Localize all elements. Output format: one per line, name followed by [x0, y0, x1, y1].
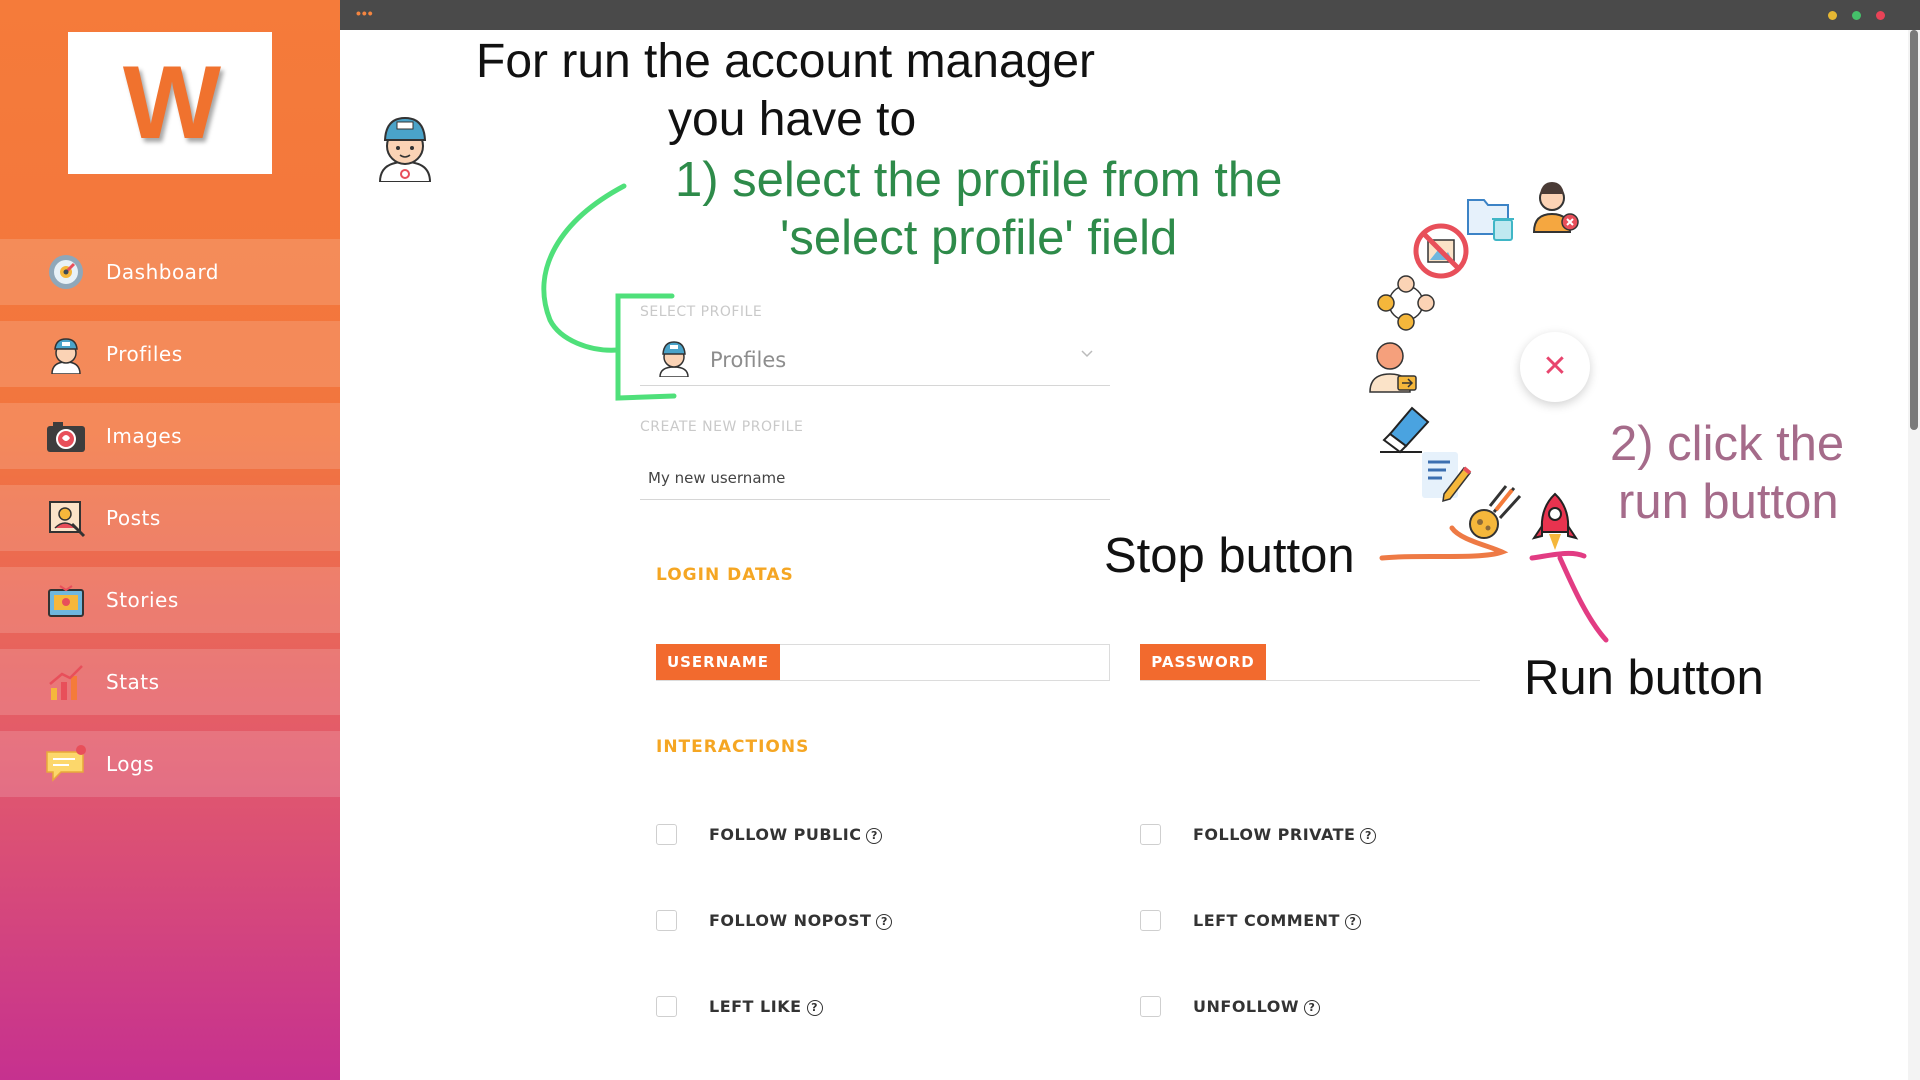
unfollow-checkbox[interactable] [1140, 996, 1161, 1017]
help-icon[interactable]: ? [866, 828, 883, 844]
follow-public-label: FOLLOW PUBLIC? [709, 825, 883, 844]
users-network-icon[interactable] [1376, 274, 1436, 337]
login-datas-title: LOGIN DATAS [656, 565, 794, 585]
interactions-title: INTERACTIONS [656, 737, 810, 757]
create-profile-input[interactable]: My new username [640, 456, 1110, 500]
left-like-checkbox[interactable] [656, 996, 677, 1017]
profile-avatar-icon [656, 337, 692, 382]
select-profile-dropdown[interactable]: Profiles [640, 334, 1110, 386]
left-comment-checkbox[interactable] [1140, 910, 1161, 931]
run-button[interactable] [1530, 492, 1580, 559]
create-profile-value: My new username [648, 468, 786, 487]
help-icon[interactable]: ? [1303, 1000, 1320, 1016]
help-icon[interactable]: ? [1344, 914, 1361, 930]
follow-public-checkbox[interactable] [656, 824, 677, 845]
stop-button[interactable] [1464, 482, 1524, 547]
help-icon[interactable]: ? [876, 914, 893, 930]
follow-nopost-label: FOLLOW NOPOST? [709, 911, 893, 930]
help-icon[interactable]: ? [1360, 828, 1377, 844]
left-like-label: LEFT LIKE? [709, 997, 823, 1016]
left-comment-label: LEFT COMMENT? [1193, 911, 1361, 930]
remove-user-icon[interactable] [1528, 176, 1584, 239]
unfollow-label: UNFOLLOW? [1193, 997, 1320, 1016]
select-profile-label: SELECT PROFILE [640, 304, 763, 320]
user-transfer-icon[interactable] [1366, 336, 1420, 399]
help-icon[interactable]: ? [806, 1000, 823, 1016]
password-field[interactable]: PASSWORD [1140, 644, 1480, 681]
username-field[interactable]: USERNAME [656, 644, 1110, 681]
select-profile-value: Profiles [710, 347, 787, 372]
close-icon: ✕ [1542, 349, 1568, 384]
chevron-down-icon[interactable] [1080, 346, 1094, 365]
close-menu-button[interactable]: ✕ [1520, 332, 1590, 402]
create-profile-label: CREATE NEW PROFILE [640, 419, 804, 435]
follow-private-label: FOLLOW PRIVATE? [1193, 825, 1377, 844]
follow-nopost-checkbox[interactable] [656, 910, 677, 931]
annotation-strokes [541, 183, 1609, 643]
username-label-chip: USERNAME [656, 644, 780, 680]
password-label-chip: PASSWORD [1140, 644, 1266, 680]
follow-private-checkbox[interactable] [1140, 824, 1161, 845]
delete-profile-folder-icon[interactable] [1464, 190, 1520, 251]
